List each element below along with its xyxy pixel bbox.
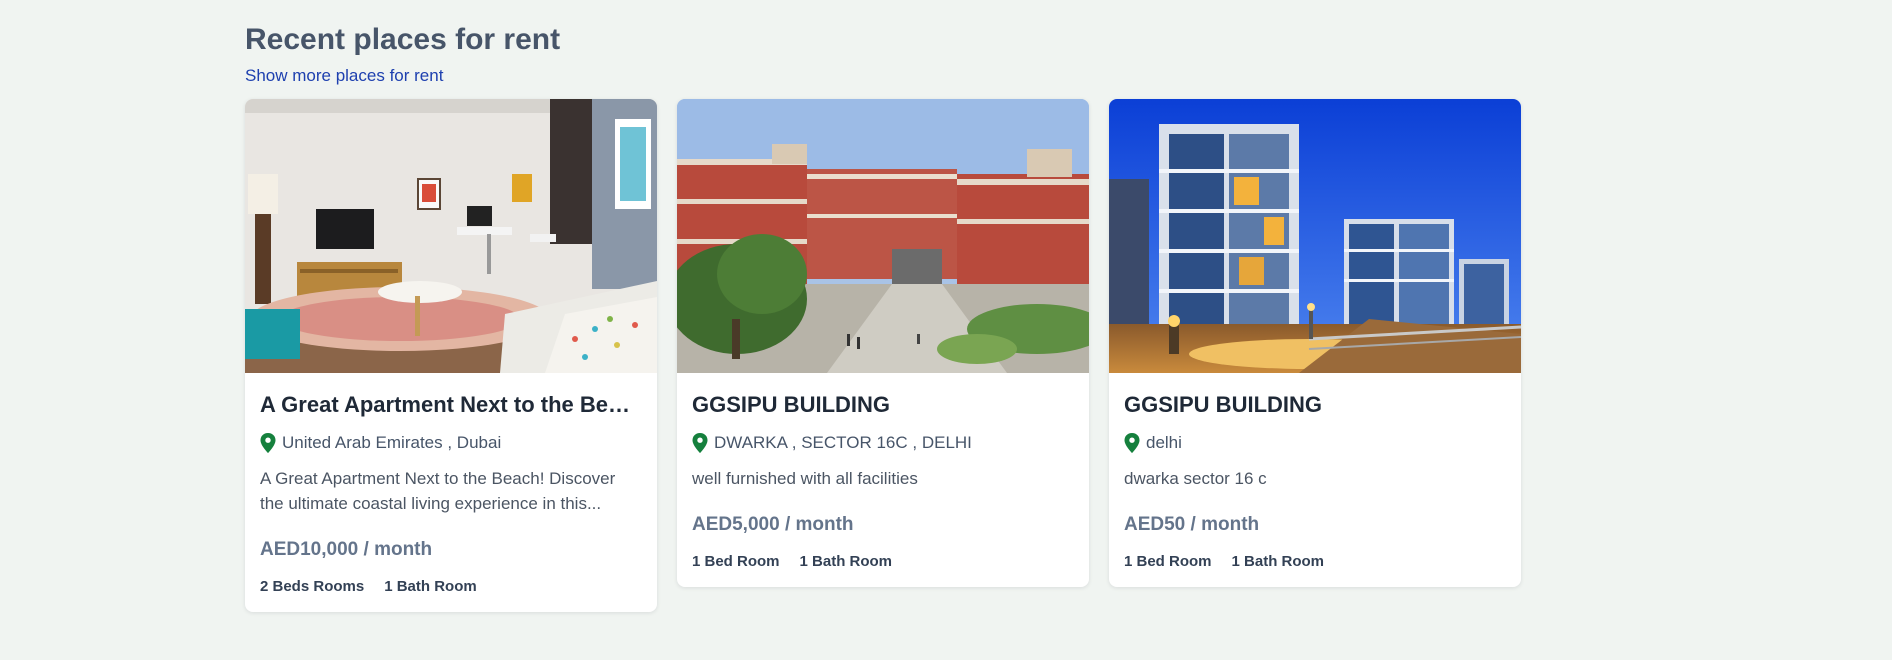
listing-location: DWARKA , SECTOR 16C , DELHI	[692, 432, 1074, 454]
listing-photo[interactable]	[677, 99, 1089, 373]
listing-title[interactable]: GGSIPU BUILDING	[1124, 391, 1506, 419]
listing-location: United Arab Emirates , Dubai	[260, 432, 642, 454]
listing-description: well furnished with all facilities	[692, 469, 918, 488]
listing-bathrooms: 1 Bath Room	[799, 553, 893, 570]
listing-bathrooms: 1 Bath Room	[1231, 553, 1325, 570]
listing-title[interactable]: A Great Apartment Next to the Beach	[260, 391, 642, 419]
section-title: Recent places for rent	[245, 23, 561, 56]
listing-photo[interactable]	[245, 99, 657, 373]
listing-location: delhi	[1124, 432, 1506, 454]
listing-location-text: United Arab Emirates , Dubai	[282, 433, 502, 452]
listing-location-text: DWARKA , SECTOR 16C , DELHI	[714, 433, 972, 452]
rental-card[interactable]: GGSIPU BUILDING DWARKA , SECTOR 16C , DE…	[677, 99, 1089, 587]
listing-price: AED50 / month	[1124, 514, 1260, 535]
rental-cards-list: A Great Apartment Next to the Beach Unit…	[245, 99, 1525, 612]
map-pin-icon	[692, 433, 708, 453]
listing-bedrooms: 2 Beds Rooms	[260, 578, 365, 595]
listing-photo[interactable]	[1109, 99, 1521, 373]
listing-rooms: 1 Bed Room 1 Bath Room	[1124, 552, 1506, 572]
listing-rooms: 2 Beds Rooms 1 Bath Room	[260, 577, 642, 597]
listing-bedrooms: 1 Bed Room	[1124, 553, 1212, 570]
rental-card[interactable]: A Great Apartment Next to the Beach Unit…	[245, 99, 657, 612]
listing-location-text: delhi	[1146, 433, 1182, 452]
rental-card[interactable]: GGSIPU BUILDING delhi dwarka sector 16 c…	[1109, 99, 1521, 587]
map-pin-icon	[260, 433, 276, 453]
listing-bathrooms: 1 Bath Room	[384, 578, 477, 595]
listing-price: AED5,000 / month	[692, 514, 854, 535]
recent-rentals-section: Recent places for rent Show more places …	[245, 20, 1525, 612]
listing-details: A Great Apartment Next to the Beach Unit…	[245, 373, 657, 612]
listing-rooms: 1 Bed Room 1 Bath Room	[692, 552, 1074, 572]
listing-title[interactable]: GGSIPU BUILDING	[692, 391, 1074, 419]
listing-bedrooms: 1 Bed Room	[692, 553, 780, 570]
listing-price: AED10,000 / month	[260, 539, 433, 560]
listing-details: GGSIPU BUILDING delhi dwarka sector 16 c…	[1109, 373, 1521, 587]
listing-details: GGSIPU BUILDING DWARKA , SECTOR 16C , DE…	[677, 373, 1089, 587]
show-more-rentals-link[interactable]: Show more places for rent	[245, 64, 443, 88]
listing-description: A Great Apartment Next to the Beach! Dis…	[260, 469, 616, 513]
listing-description: dwarka sector 16 c	[1124, 469, 1267, 488]
map-pin-icon	[1124, 433, 1140, 453]
